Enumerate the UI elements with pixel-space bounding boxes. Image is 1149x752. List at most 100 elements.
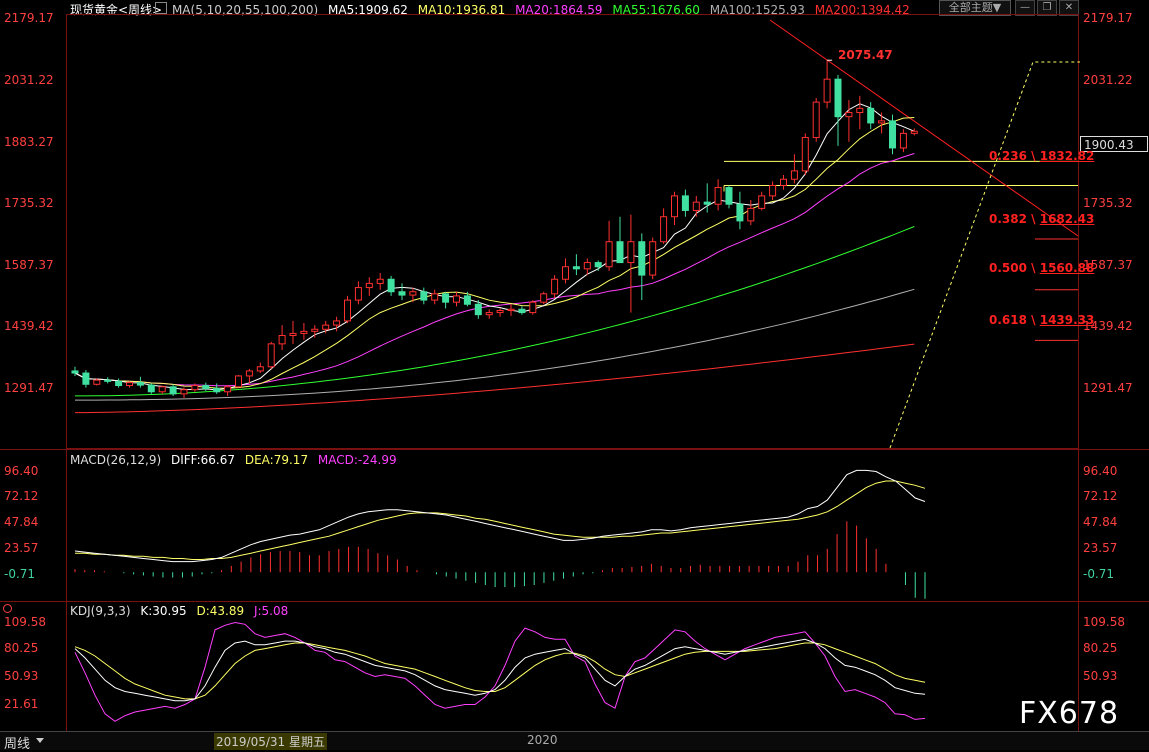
kdj-indicator-icon[interactable] (3, 604, 12, 613)
candle-body (333, 320, 341, 326)
candle-body (627, 241, 635, 264)
candle-body (431, 293, 439, 301)
time-axis-bar (0, 731, 1149, 750)
macd-axis-right-0: 96.40 (1083, 464, 1118, 478)
candle-body (714, 187, 722, 205)
candle-body (572, 266, 580, 270)
candle-body (769, 184, 777, 197)
period-tab[interactable]: 周线 (4, 733, 30, 752)
candle-body (344, 299, 351, 322)
candle-body (224, 386, 232, 393)
macd-axis-left-0: 96.40 (4, 464, 39, 478)
macd-header: MACD(26,12,9) DIFF:66.67 DEA:79.17 MACD:… (70, 453, 403, 467)
peak-price-label: 2075.47 (838, 48, 893, 62)
candle-body (322, 324, 330, 330)
fib-level-0236: 0.236 \ 1832.82 (989, 149, 1095, 163)
candle-body (616, 241, 624, 264)
kdj-axis-right-2: 50.93 (1083, 669, 1118, 683)
candle-body (660, 216, 668, 243)
candle-body (169, 386, 177, 395)
macd-diff-line (74, 469, 926, 563)
candle-body (213, 387, 221, 393)
price-axis-left-1: 2031.22 (4, 73, 54, 87)
candle-body (594, 262, 602, 268)
candle-body (202, 385, 210, 389)
candle-body (681, 195, 689, 211)
kdj-params: KDJ(9,3,3) (70, 604, 131, 618)
candle-body (867, 107, 875, 124)
macd-axis-left-1: 72.12 (4, 489, 39, 503)
candle-body (278, 335, 286, 345)
kdj-d-line (74, 642, 926, 700)
candle-body (856, 107, 864, 114)
macd-axis-right-1: 72.12 (1083, 489, 1118, 503)
candle-body (583, 262, 591, 270)
ma10-line (74, 117, 915, 389)
price-axis-left-4: 1587.37 (4, 258, 54, 272)
kdj-k-value: K:30.95 (140, 604, 187, 618)
ma200-line (75, 343, 915, 414)
candle-body (834, 78, 842, 118)
candle-body (474, 303, 482, 316)
fib-level-0618: 0.618 \ 1439.33 (989, 313, 1095, 327)
kdj-axis-right-0: 109.58 (1083, 615, 1125, 629)
ma5-line (74, 103, 915, 391)
candle-body (562, 266, 569, 280)
candle-body (158, 386, 166, 393)
macd-diff-value: DIFF:66.67 (170, 453, 236, 467)
macd-plot (74, 469, 926, 599)
candle-body (311, 328, 319, 332)
main-price-plot (71, 19, 1080, 449)
candle-body (801, 137, 809, 172)
price-axis-right-1: 2031.22 (1083, 73, 1133, 87)
candle-body (692, 201, 700, 211)
price-axis-left-0: 2179.17 (4, 11, 54, 25)
macd-axis-right-4: -0.71 (1083, 567, 1115, 581)
candle-body (453, 295, 460, 303)
kdj-k-line (74, 638, 926, 702)
candle-body (529, 301, 537, 314)
candle-body (398, 291, 406, 296)
candle-body (823, 78, 831, 103)
candle-body (878, 120, 886, 124)
candle-body (300, 330, 308, 334)
period-dropdown-icon[interactable] (36, 738, 44, 743)
price-axis-left-3: 1735.32 (4, 196, 54, 210)
candle-body (235, 375, 242, 388)
candle-body (496, 310, 504, 314)
price-axis-right-6: 1291.47 (1083, 381, 1133, 395)
kdj-j-value: J:5.08 (253, 604, 289, 618)
fib-price: 1682.43 (1039, 212, 1095, 226)
fib-level-0500: 0.500 \ 1560.88 (989, 261, 1095, 275)
kdj-axis-left-0: 109.58 (4, 615, 46, 629)
watermark-logo: FX678 (1019, 696, 1120, 731)
candle-body (790, 170, 798, 180)
candle-body (736, 203, 744, 222)
ma55-line (75, 226, 915, 397)
candle-body (93, 379, 101, 385)
candle-body (812, 101, 820, 139)
price-axis-left-5: 1439.42 (4, 319, 54, 333)
candle-body (725, 187, 733, 205)
candle-body (889, 120, 896, 149)
candle-body (104, 379, 112, 382)
candle-body (507, 308, 515, 312)
candle-body (551, 278, 559, 295)
candle-body (365, 282, 373, 289)
macd-axis-left-2: 47.84 (4, 515, 39, 529)
kdj-plot (74, 621, 926, 722)
candle-body (910, 130, 918, 134)
candle-body (245, 370, 253, 377)
candle-body (899, 132, 907, 149)
fib-level-0382: 0.382 \ 1682.43 (989, 212, 1095, 226)
price-axis-left-2: 1883.27 (4, 135, 54, 149)
candle-body (747, 207, 755, 222)
kdj-axis-left-3: 21.61 (4, 697, 39, 711)
candle-body (518, 308, 526, 314)
fib-ratio: 0.236 (989, 149, 1027, 163)
candle-body (758, 195, 766, 209)
candle-body (289, 332, 297, 337)
candle-body (387, 278, 395, 293)
price-axis-left-6: 1291.47 (4, 381, 54, 395)
candle-body (485, 312, 493, 316)
